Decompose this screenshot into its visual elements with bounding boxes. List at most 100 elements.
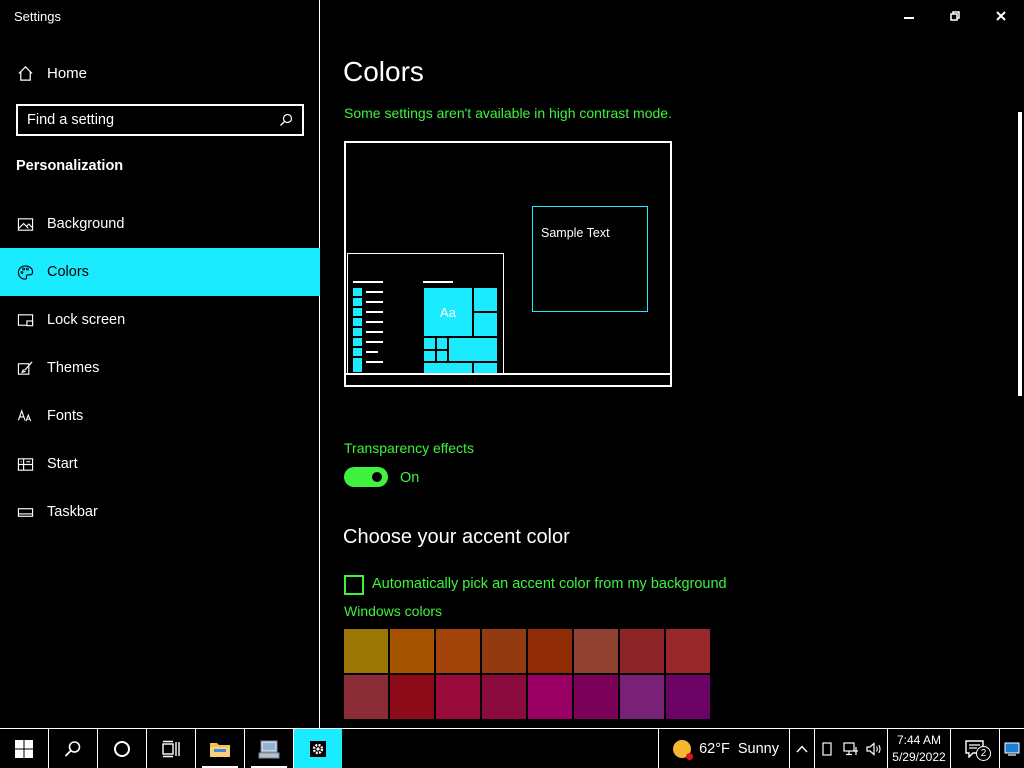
start-button[interactable] bbox=[0, 729, 48, 768]
network-icon bbox=[843, 741, 858, 755]
preview-line bbox=[366, 291, 383, 293]
accent-swatch[interactable] bbox=[390, 675, 434, 719]
taskbar-icon bbox=[16, 503, 34, 521]
computer-app-button[interactable] bbox=[245, 729, 293, 768]
nav-item-label: Colors bbox=[47, 264, 89, 280]
auto-accent-label[interactable]: Automatically pick an accent color from … bbox=[372, 576, 727, 592]
chevron-up-icon bbox=[796, 744, 808, 752]
network-button[interactable] bbox=[839, 729, 863, 768]
color-preview: Sample Text Aa bbox=[344, 141, 672, 387]
preview-tile bbox=[423, 350, 436, 362]
search-icon[interactable] bbox=[279, 113, 293, 127]
nav-item-colors[interactable]: Colors bbox=[0, 248, 320, 296]
nav-item-taskbar[interactable]: Taskbar bbox=[0, 488, 320, 536]
preview-list-square bbox=[353, 338, 362, 346]
settings-window: Settings Home Personalization Background bbox=[0, 0, 1024, 728]
preview-list-square bbox=[353, 366, 362, 372]
cortana-circle-icon bbox=[114, 740, 130, 757]
nav-item-label: Start bbox=[47, 456, 78, 472]
preview-list-square bbox=[353, 328, 362, 336]
preview-tile bbox=[436, 337, 448, 350]
scrollbar[interactable] bbox=[1018, 112, 1022, 396]
show-desktop-button[interactable] bbox=[1000, 729, 1024, 768]
preview-list-square bbox=[353, 308, 362, 316]
home-nav-item[interactable]: Home bbox=[0, 53, 320, 93]
settings-taskbar-button[interactable] bbox=[294, 729, 342, 768]
accent-swatch[interactable] bbox=[620, 629, 664, 673]
accent-swatch[interactable] bbox=[344, 629, 388, 673]
desktop-icon bbox=[1004, 742, 1020, 756]
search-taskbar-button[interactable] bbox=[49, 729, 97, 768]
toggle-knob bbox=[372, 472, 382, 482]
start-icon bbox=[16, 455, 34, 473]
accent-swatch[interactable] bbox=[574, 675, 618, 719]
accent-swatch[interactable] bbox=[666, 629, 710, 673]
preview-tile bbox=[436, 350, 448, 362]
speaker-icon bbox=[866, 741, 881, 756]
nav-item-themes[interactable]: Themes bbox=[0, 344, 320, 392]
accent-swatch[interactable] bbox=[436, 629, 480, 673]
folder-icon bbox=[210, 742, 230, 757]
nav-item-label: Themes bbox=[47, 360, 100, 376]
search-icon bbox=[64, 740, 81, 757]
nav-item-background[interactable]: Background bbox=[0, 200, 320, 248]
preview-line bbox=[366, 321, 383, 323]
transparency-toggle[interactable] bbox=[344, 467, 388, 487]
accent-swatch[interactable] bbox=[666, 675, 710, 719]
show-hidden-icons-button[interactable] bbox=[790, 729, 814, 768]
accent-swatch[interactable] bbox=[344, 675, 388, 719]
accent-swatch[interactable] bbox=[482, 675, 526, 719]
home-icon bbox=[16, 64, 34, 82]
gear-icon bbox=[310, 740, 326, 757]
windows-logo-icon bbox=[15, 739, 33, 758]
accent-swatch[interactable] bbox=[620, 675, 664, 719]
auto-accent-checkbox[interactable] bbox=[344, 575, 364, 595]
taskbar-spacer bbox=[342, 729, 658, 768]
accent-swatch[interactable] bbox=[574, 629, 618, 673]
file-explorer-button[interactable] bbox=[196, 729, 244, 768]
preview-start-menu: Aa bbox=[347, 253, 504, 374]
nav-item-label: Fonts bbox=[47, 408, 84, 424]
search-input[interactable] bbox=[27, 112, 279, 128]
accent-swatch[interactable] bbox=[482, 629, 526, 673]
computer-icon bbox=[258, 740, 280, 758]
app-title: Settings bbox=[14, 9, 61, 24]
accent-swatch[interactable] bbox=[436, 675, 480, 719]
notifications-button[interactable]: 2 bbox=[951, 729, 999, 768]
tray-device-button[interactable] bbox=[815, 729, 839, 768]
picture-icon bbox=[16, 215, 34, 233]
nav-item-start[interactable]: Start bbox=[0, 440, 320, 488]
preview-list-square bbox=[353, 318, 362, 326]
preview-line bbox=[366, 311, 383, 313]
weather-condition: Sunny bbox=[737, 740, 779, 757]
search-box[interactable] bbox=[16, 104, 304, 136]
preview-tile-label: Aa bbox=[440, 304, 456, 320]
home-label: Home bbox=[47, 64, 88, 82]
weather-widget[interactable]: 62°F Sunny bbox=[659, 729, 789, 768]
clock-date: 5/29/2022 bbox=[892, 749, 946, 764]
accent-heading: Choose your accent color bbox=[343, 526, 570, 548]
nav-list: Background Colors Lock screen Themes Fon… bbox=[0, 200, 320, 536]
sun-icon bbox=[673, 739, 694, 760]
sidebar: Settings Home Personalization Background bbox=[0, 0, 320, 728]
preview-tile-wide bbox=[448, 337, 498, 362]
preview-line bbox=[366, 341, 383, 343]
preview-line bbox=[366, 331, 383, 333]
cortana-button[interactable] bbox=[98, 729, 146, 768]
preview-sample-text: Sample Text bbox=[541, 226, 610, 240]
preview-tile-large: Aa bbox=[423, 287, 473, 337]
accent-swatch[interactable] bbox=[528, 629, 572, 673]
transparency-label: Transparency effects bbox=[344, 440, 474, 456]
accent-swatch[interactable] bbox=[390, 629, 434, 673]
notification-count-badge: 2 bbox=[976, 746, 991, 761]
weather-temp: 62°F bbox=[699, 740, 730, 757]
preview-line bbox=[353, 281, 383, 283]
clock[interactable]: 7:44 AM 5/29/2022 bbox=[888, 729, 950, 768]
preview-list-square bbox=[353, 358, 362, 366]
accent-swatch[interactable] bbox=[528, 675, 572, 719]
nav-item-lock-screen[interactable]: Lock screen bbox=[0, 296, 320, 344]
nav-item-fonts[interactable]: Fonts bbox=[0, 392, 320, 440]
task-view-button[interactable] bbox=[147, 729, 195, 768]
preview-line bbox=[366, 301, 383, 303]
volume-button[interactable] bbox=[863, 729, 887, 768]
